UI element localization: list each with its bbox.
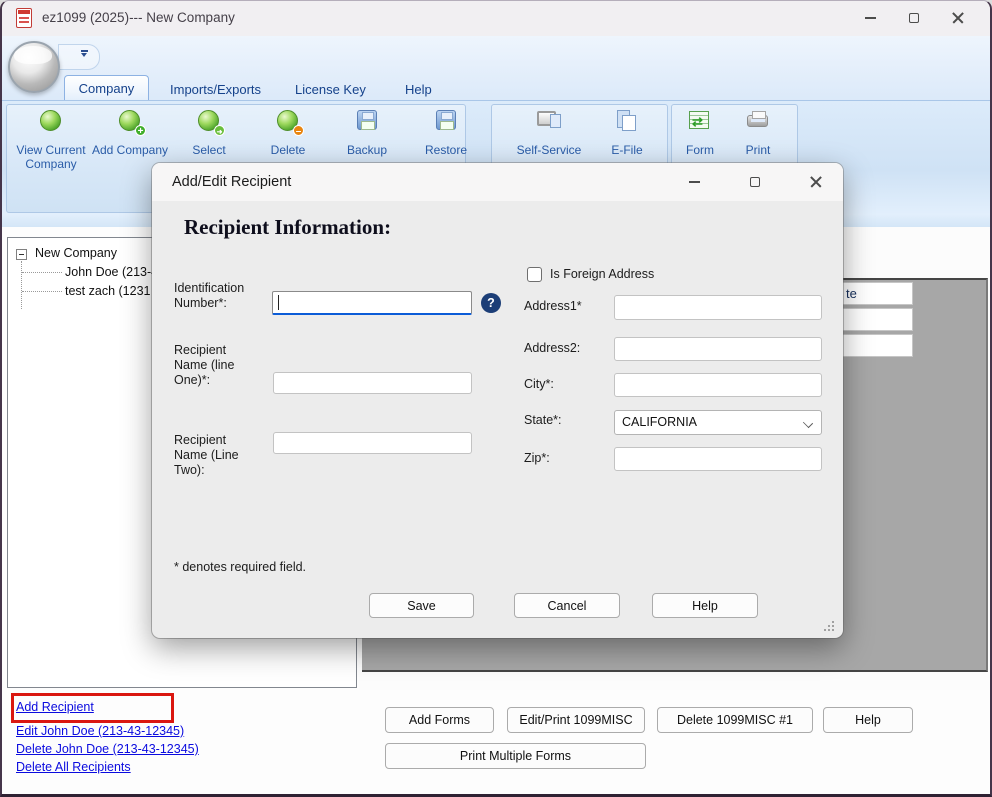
identification-number-input[interactable] [272, 291, 472, 315]
recipient-name-one-label: Recipient Name (line One)*: [174, 343, 256, 388]
state-select[interactable]: CALIFORNIA [614, 410, 822, 435]
identification-number-label: Identification Number*: [174, 281, 270, 311]
tab-license-key[interactable]: License Key [285, 78, 376, 101]
minimize-icon [865, 17, 876, 19]
titlebar[interactable]: ez1099 (2025)--- New Company [2, 1, 990, 36]
spreadsheet-arrows-icon [687, 108, 713, 134]
floppy-disk-icon [354, 108, 380, 134]
minimize-icon [689, 181, 700, 183]
window-title: ez1099 (2025)--- New Company [42, 10, 235, 25]
tab-imports-exports[interactable]: Imports/Exports [160, 78, 271, 101]
link-delete-recipient[interactable]: Delete John Doe (213-43-12345) [16, 742, 199, 756]
close-icon [951, 11, 965, 25]
resize-grip[interactable] [824, 621, 834, 631]
maximize-button[interactable] [892, 1, 936, 35]
document-pages-icon [614, 108, 640, 134]
recipient-name-two-input[interactable] [273, 432, 472, 454]
globe-delete-icon [275, 108, 301, 134]
tab-help[interactable]: Help [395, 78, 442, 101]
dialog-heading: Recipient Information: [184, 215, 391, 240]
city-input[interactable] [614, 373, 822, 397]
tree-collapse-icon[interactable] [16, 249, 27, 260]
cancel-button[interactable]: Cancel [514, 593, 620, 618]
link-add-recipient[interactable]: Add Recipient [16, 700, 94, 714]
quick-access-toolbar [58, 44, 100, 70]
help-button-main[interactable]: Help [823, 707, 913, 733]
delete-1099misc-button[interactable]: Delete 1099MISC #1 [657, 707, 813, 733]
tree-root-company[interactable]: New Company [35, 246, 117, 260]
save-button[interactable]: Save [369, 593, 474, 618]
maximize-icon [750, 177, 760, 187]
zip-input[interactable] [614, 447, 822, 471]
state-label: State*: [524, 413, 562, 428]
globe-select-icon [196, 108, 222, 134]
state-selected-value: CALIFORNIA [622, 415, 697, 429]
link-delete-all-recipients[interactable]: Delete All Recipients [16, 760, 131, 774]
print-multiple-forms-button[interactable]: Print Multiple Forms [385, 743, 646, 769]
add-forms-button[interactable]: Add Forms [385, 707, 494, 733]
tree-connector [21, 261, 22, 309]
minimize-button[interactable] [848, 1, 892, 35]
text-caret [278, 295, 279, 310]
zip-label: Zip*: [524, 451, 550, 466]
is-foreign-address-label: Is Foreign Address [550, 267, 654, 282]
address1-input[interactable] [614, 295, 822, 320]
dialog-close-button[interactable] [794, 163, 838, 201]
add-edit-recipient-dialog: Add/Edit Recipient Recipient Information… [152, 163, 843, 638]
close-icon [809, 175, 823, 189]
is-foreign-address-checkbox[interactable] [527, 267, 542, 282]
tab-company[interactable]: Company [64, 75, 149, 101]
maximize-icon [909, 13, 919, 23]
globe-add-icon [117, 108, 143, 134]
globe-icon [38, 108, 64, 134]
link-edit-recipient[interactable]: Edit John Doe (213-43-12345) [16, 724, 184, 738]
dialog-maximize-button[interactable] [733, 163, 777, 201]
address2-label: Address2: [524, 341, 580, 356]
tree-item-recipient[interactable]: John Doe (213-4 [65, 265, 158, 279]
dialog-titlebar[interactable]: Add/Edit Recipient [152, 163, 843, 201]
app-window: ez1099 (2025)--- New Company Company Imp… [0, 0, 992, 797]
app-logo-icon [16, 8, 32, 28]
floppy-disk-icon [433, 108, 459, 134]
ribbon-tab-row: Company Imports/Exports License Key Help [2, 75, 990, 101]
address2-input[interactable] [614, 337, 822, 361]
city-label: City*: [524, 377, 554, 392]
tree-connector [22, 272, 62, 273]
required-field-note: * denotes required field. [174, 560, 306, 575]
edit-print-1099misc-button[interactable]: Edit/Print 1099MISC [507, 707, 645, 733]
chevron-down-icon [803, 418, 813, 428]
recipient-name-two-label: Recipient Name (Line Two): [174, 433, 256, 478]
address1-label: Address1* [524, 299, 582, 314]
dialog-title: Add/Edit Recipient [172, 174, 291, 190]
printer-icon [745, 108, 771, 134]
close-button[interactable] [936, 1, 980, 35]
recipient-name-one-input[interactable] [273, 372, 472, 394]
computer-icon [536, 108, 562, 134]
ribbon-button-view-current-company[interactable]: View Current Company [12, 106, 90, 206]
tree-item-recipient[interactable]: test zach (1231 [65, 284, 150, 298]
dialog-help-button[interactable]: Help [652, 593, 758, 618]
dialog-minimize-button[interactable] [672, 163, 716, 201]
help-icon[interactable] [481, 293, 501, 313]
tree-connector [22, 291, 62, 292]
